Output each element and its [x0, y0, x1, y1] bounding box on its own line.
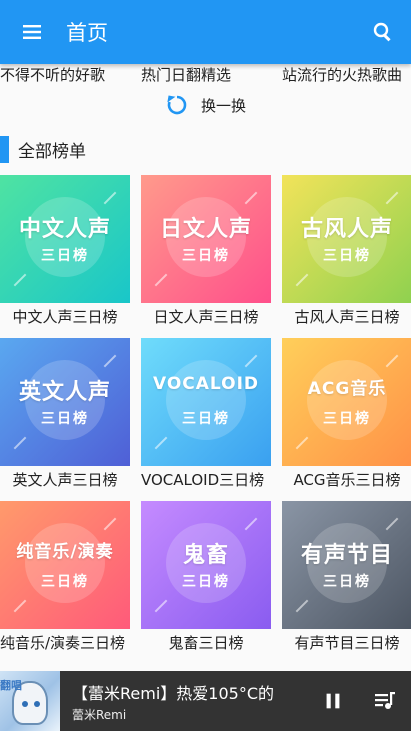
chart-cover[interactable]: ACG音乐三日榜	[282, 338, 411, 466]
search-button[interactable]	[355, 0, 411, 64]
list-item-caption[interactable]: … 不得不听的好歌	[0, 64, 136, 84]
chart-card[interactable]: 有声节目 三日榜 有声节目三日榜	[282, 501, 411, 652]
app-bar: 首页	[0, 0, 411, 64]
cover-subtitle: 三日榜	[182, 574, 230, 590]
previous-row-captions: … 不得不听的好歌 … 热门日翻精选 … 站流行的火热歌曲	[0, 64, 411, 86]
cover-decoration	[103, 354, 117, 368]
cover-decoration	[295, 599, 309, 613]
home-content[interactable]: … 不得不听的好歌 … 热门日翻精选 … 站流行的火热歌曲 换一换 全部榜单 中…	[0, 64, 411, 671]
chart-caption: 鬼畜三日榜	[168, 634, 244, 652]
chart-cover[interactable]: 日文人声 三日榜	[141, 175, 271, 303]
cover-subtitle: 三日榜	[323, 574, 371, 590]
chart-cover[interactable]: 古风人声 三日榜	[282, 175, 411, 303]
cover-title: 古风人声	[300, 217, 393, 242]
cover-title: 中文人声	[18, 217, 111, 242]
chart-card[interactable]: 鬼畜 三日榜 鬼畜三日榜	[141, 501, 271, 652]
refresh-button[interactable]: 换一换	[0, 91, 411, 119]
cover-decoration	[385, 517, 399, 531]
album-art[interactable]: 翻唱	[0, 671, 60, 731]
chart-cover[interactable]: 有声节目 三日榜	[282, 501, 411, 629]
cover-title: 英文人声	[18, 380, 111, 405]
cover-title: 有声节目	[300, 543, 393, 568]
cover-title: 日文人声	[159, 217, 252, 242]
section-accent-bar	[0, 136, 9, 163]
cover-decoration	[244, 517, 258, 531]
chart-caption: 日文人声三日榜	[153, 308, 259, 326]
cover-decoration	[295, 436, 309, 450]
app-root: 首页 … 不得不听的好歌 … 热门日翻精选 … 站流行的火热歌曲	[0, 0, 411, 731]
chart-cover[interactable]: VOCALOID 三日榜	[141, 338, 271, 466]
cover-decoration	[154, 436, 168, 450]
cover-decoration	[385, 354, 399, 368]
cover-decoration	[103, 517, 117, 531]
caption-line: 热门日翻精选	[141, 66, 232, 84]
chart-caption: 古风人声三日榜	[294, 308, 400, 326]
section-header: 全部榜单	[0, 136, 86, 163]
chart-cover[interactable]: 鬼畜 三日榜	[141, 501, 271, 629]
cover-decoration	[154, 599, 168, 613]
chart-cover[interactable]: 纯音乐/演奏三日榜	[0, 501, 130, 629]
chart-caption: ACG音乐三日榜	[293, 471, 401, 489]
chart-card[interactable]: 英文人声 三日榜 英文人声三日榜	[0, 338, 130, 489]
song-title: 【蕾米Remi】热爱105°C的	[72, 683, 274, 703]
art-eye	[34, 701, 40, 707]
cover-title: 纯音乐/演奏	[16, 542, 114, 562]
cover-decoration	[385, 191, 399, 205]
list-item-caption[interactable]: … 热门日翻精选	[141, 64, 277, 84]
chart-card[interactable]: VOCALOID 三日榜 VOCALOID三日榜	[141, 338, 271, 489]
cover-subtitle: 三日榜	[323, 411, 371, 427]
search-icon	[373, 22, 391, 42]
chart-cover[interactable]: 英文人声 三日榜	[0, 338, 130, 466]
caption-line: 站流行的火热歌曲	[282, 66, 403, 84]
cover-decoration	[13, 273, 27, 287]
cover-circle	[307, 360, 387, 440]
playlist-button[interactable]	[359, 671, 411, 731]
cover-decoration	[13, 436, 27, 450]
chart-card[interactable]: 纯音乐/演奏 三日榜 纯音乐/演奏三日榜	[0, 501, 130, 652]
chart-caption: VOCALOID三日榜	[141, 471, 265, 489]
cover-decoration	[103, 191, 117, 205]
cover-decoration	[154, 273, 168, 287]
refresh-label: 换一换	[200, 96, 246, 115]
chart-card[interactable]: ACG音乐 三日榜 ACG音乐三日榜	[282, 338, 411, 489]
cover-subtitle: 三日榜	[182, 411, 230, 427]
cover-subtitle: 三日榜	[41, 574, 89, 590]
cover-circle	[166, 360, 246, 440]
pause-icon	[326, 693, 340, 709]
art-tag: 翻唱	[0, 679, 22, 692]
artist-name: 蕾米Remi	[72, 707, 127, 722]
cover-decoration	[295, 273, 309, 287]
section-title: 全部榜单	[18, 142, 86, 162]
cover-circle	[25, 523, 105, 603]
chart-cover[interactable]: 中文人声 三日榜	[0, 175, 130, 303]
art-eye	[22, 701, 28, 707]
list-item-caption[interactable]: … 站流行的火热歌曲	[282, 64, 411, 84]
mini-player[interactable]: 翻唱 【蕾米Remi】热爱105°C的 蕾米Remi	[0, 671, 411, 731]
cover-title: 鬼畜	[182, 543, 229, 568]
playlist-icon	[375, 692, 395, 709]
menu-icon	[23, 25, 41, 39]
chart-caption: 中文人声三日榜	[12, 308, 118, 326]
cover-decoration	[244, 191, 258, 205]
chart-caption: 有声节目三日榜	[294, 634, 400, 652]
cover-title: ACG音乐	[307, 379, 387, 399]
cover-decoration	[13, 599, 27, 613]
cover-decoration	[244, 354, 258, 368]
chart-card[interactable]: 古风人声 三日榜 古风人声三日榜	[282, 175, 411, 326]
chart-caption: 英文人声三日榜	[12, 471, 118, 489]
page-title: 首页	[66, 21, 108, 45]
chart-card[interactable]: 中文人声 三日榜 中文人声三日榜	[0, 175, 130, 326]
cover-subtitle: 三日榜	[41, 411, 89, 427]
refresh-icon	[167, 95, 187, 115]
cover-subtitle: 三日榜	[182, 248, 230, 264]
chart-caption: 纯音乐/演奏三日榜	[0, 634, 126, 652]
chart-card[interactable]: 日文人声 三日榜 日文人声三日榜	[141, 175, 271, 326]
cover-title: VOCALOID	[152, 374, 260, 394]
now-playing-info[interactable]: 【蕾米Remi】热爱105°C的 蕾米Remi	[60, 680, 307, 723]
cover-subtitle: 三日榜	[323, 248, 371, 264]
caption-line: 不得不听的好歌	[0, 66, 106, 84]
pause-button[interactable]	[307, 671, 359, 731]
menu-button[interactable]	[0, 0, 64, 64]
cover-subtitle: 三日榜	[41, 248, 89, 264]
